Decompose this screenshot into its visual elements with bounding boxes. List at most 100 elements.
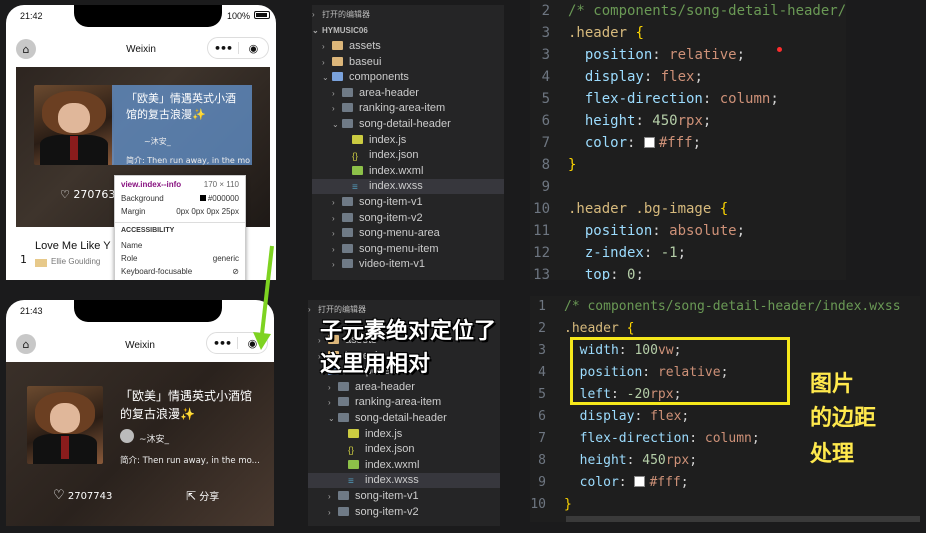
tree-item-index-wxss[interactable]: ≡ index.wxss xyxy=(312,179,504,195)
menu-capsule[interactable]: ••• ◉ xyxy=(206,332,268,354)
tree-item-index-wxml[interactable]: index.wxml xyxy=(312,164,504,179)
code-line[interactable]: 1 /* components/song-detail-header/index.… xyxy=(530,296,920,318)
code-line[interactable]: 10} xyxy=(530,494,920,516)
chevron-icon: ⌄ xyxy=(328,414,335,423)
tree-item-assets[interactable]: › assets xyxy=(312,39,504,54)
code-line[interactable]: 5 flex-direction: column; xyxy=(530,88,846,110)
folder-icon xyxy=(338,491,349,500)
tree-item-song-item-v2[interactable]: › song-item-v2 xyxy=(308,505,500,520)
list-index: 1 xyxy=(20,253,27,266)
code-token: : xyxy=(652,47,670,63)
file-explorer-top: › 打开的编辑器 ⌄ HYMUSIC06 › assets › baseui ⌄ compon… xyxy=(312,5,504,280)
tree-item-index-wxss[interactable]: ≡ index.wxss xyxy=(308,473,500,489)
tree-item-label: index.js xyxy=(369,133,407,146)
folder-components-icon xyxy=(332,72,343,82)
a11y-kf-label: Keyboard-focusable xyxy=(121,267,193,276)
like-area[interactable]: ♡ 270763 xyxy=(60,188,115,201)
json-file-icon: {} xyxy=(348,445,355,456)
code-line[interactable]: 10 .header .bg-image { xyxy=(530,198,846,220)
tree-item-song-detail-header[interactable]: ⌄ song-detail-header xyxy=(308,411,500,426)
code-line[interactable]: 2 /* components/song-detail-header/ xyxy=(530,0,846,22)
open-editors-header[interactable]: › 打开的编辑器 xyxy=(312,7,370,22)
menu-capsule[interactable]: ••• ◉ xyxy=(207,37,269,59)
share-button[interactable]: ⇱ 分享 xyxy=(186,488,219,503)
tree-item-label: song-menu-item xyxy=(359,242,439,255)
folder-icon xyxy=(332,56,343,66)
line-number: 4 xyxy=(538,365,546,380)
tree-item-ranking-area-item[interactable]: › ranking-area-item xyxy=(312,101,504,116)
code-line[interactable]: 13 top: 0; xyxy=(530,264,846,280)
status-time: 21:43 xyxy=(20,306,43,316)
more-icon[interactable]: ••• xyxy=(207,337,237,350)
tree-item-index-json[interactable]: {} index.json xyxy=(308,442,500,457)
code-text: flex-direction: column; xyxy=(568,88,779,110)
tree-item-song-menu-area[interactable]: › song-menu-area xyxy=(312,226,504,241)
bg-label: Background xyxy=(121,194,164,203)
code-text: position: absolute; xyxy=(568,220,745,242)
tree-item-song-menu-item[interactable]: › song-menu-item xyxy=(312,242,504,257)
scrollbar-bottom[interactable] xyxy=(566,516,920,522)
code-token: absolute xyxy=(669,223,737,239)
code-token: height xyxy=(584,113,636,129)
close-target-icon[interactable]: ◉ xyxy=(239,42,268,55)
tree-item-baseui[interactable]: › baseui xyxy=(312,55,504,70)
chevron-icon: › xyxy=(332,213,335,223)
code-line[interactable]: 4 display: flex; xyxy=(530,66,846,88)
tree-item-area-header[interactable]: › area-header xyxy=(312,86,504,101)
tree-item-area-header[interactable]: › area-header xyxy=(308,380,500,395)
project-label: HYMUSIC06 xyxy=(322,26,368,35)
tree-item-label: song-item-v2 xyxy=(355,505,419,518)
tree-item-index-json[interactable]: {} index.json xyxy=(312,148,504,163)
tree-item-ranking-area-item[interactable]: › ranking-area-item xyxy=(308,395,500,410)
tree-item-index-js[interactable]: index.js xyxy=(308,427,500,442)
code-token: #fff xyxy=(649,475,681,490)
tree-item-song-item-v1[interactable]: › song-item-v1 xyxy=(312,195,504,210)
tree-item-song-item-v1[interactable]: › song-item-v1 xyxy=(308,489,500,504)
chevron-icon: › xyxy=(328,398,331,408)
like-button[interactable]: ♡ 2707743 xyxy=(53,488,112,503)
more-icon[interactable]: ••• xyxy=(208,42,238,55)
close-target-icon[interactable]: ◉ xyxy=(238,337,267,350)
code-line[interactable]: 3 .header { xyxy=(530,22,846,44)
list-song-title[interactable]: Love Me Like Y xyxy=(35,240,111,252)
code-line[interactable]: 6 height: 450rpx; xyxy=(530,110,846,132)
folder-icon xyxy=(338,381,349,391)
author-name: ~沐安_ xyxy=(144,137,171,146)
phone-simulator-top: 21:42 100% ⌂ Weixin ••• ◉ 「欧美」情遇英式小酒馆的复古浪… xyxy=(6,5,276,280)
tree-item-index-js[interactable]: index.js xyxy=(312,133,504,148)
tree-item-video-item-v1[interactable]: › video-item-v1 xyxy=(312,257,504,272)
code-line[interactable]: 7 color: #fff; xyxy=(530,132,846,154)
code-line[interactable]: 9 color: #fff; xyxy=(530,472,920,494)
tree-item-song-item-v2[interactable]: › song-item-v2 xyxy=(312,211,504,226)
status-bar: 21:42 100% xyxy=(6,5,276,27)
annotation-img-margin-3: 处理 xyxy=(810,442,855,467)
code-text: height: 450rpx; xyxy=(568,110,711,132)
line-number: 13 xyxy=(533,267,550,280)
code-line[interactable]: 11 position: absolute; xyxy=(530,220,846,242)
chevron-icon: › xyxy=(332,104,335,114)
line-number: 12 xyxy=(533,245,550,261)
code-line[interactable]: 8 height: 450rpx; xyxy=(530,450,920,472)
code-line[interactable]: 3 position: relative; xyxy=(530,44,846,66)
code-line[interactable]: 12 z-index: -1; xyxy=(530,242,846,264)
line-number: 6 xyxy=(538,409,546,424)
tree-item-components[interactable]: ⌄ components xyxy=(312,70,504,85)
line-number: 9 xyxy=(538,475,546,490)
like-count: 2707743 xyxy=(67,491,113,502)
tree-item-index-wxml[interactable]: index.wxml xyxy=(308,458,500,473)
folder-icon xyxy=(338,397,349,407)
code-line[interactable]: 8} xyxy=(530,154,846,176)
project-header[interactable]: ⌄ HYMUSIC06 xyxy=(312,23,368,38)
code-text: .header .bg-image { xyxy=(568,198,728,220)
code-token: : xyxy=(702,91,720,107)
chevron-icon: ⌄ xyxy=(332,120,339,129)
code-token: rpx xyxy=(677,113,703,129)
code-line[interactable]: 9 xyxy=(530,176,846,198)
tree-item-label: song-menu-area xyxy=(359,227,440,240)
tree-item-label: index.js xyxy=(365,427,403,440)
code-token: flex-direction xyxy=(584,91,703,107)
heart-icon: ♡ xyxy=(53,488,65,503)
tree-item-song-detail-header[interactable]: ⌄ song-detail-header xyxy=(312,117,504,132)
